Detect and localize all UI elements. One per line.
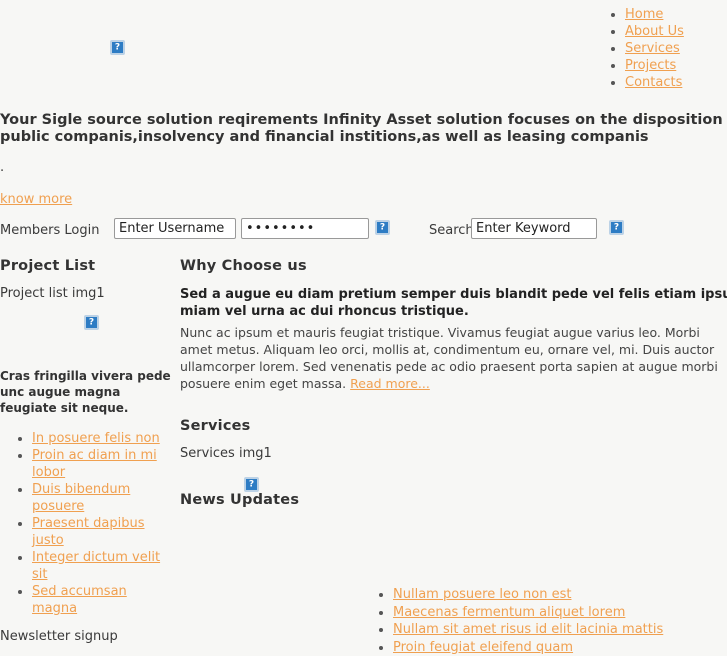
- project-link-6[interactable]: Sed accumsan magna: [32, 584, 127, 616]
- list-item: In posuere felis non: [32, 430, 172, 447]
- nav-item: Projects: [625, 57, 727, 74]
- nav-item: Services: [625, 40, 727, 57]
- search-label: Search: [429, 223, 474, 238]
- list-item: Proin feugiat eleifend quam: [393, 639, 705, 656]
- news-updates-heading: News Updates: [180, 492, 727, 508]
- list-item: Nullam posuere leo non est: [393, 586, 705, 604]
- broken-image-icon: [84, 315, 99, 330]
- read-more-link[interactable]: Read more...: [350, 376, 430, 391]
- members-login-label: Members Login: [0, 223, 99, 238]
- project-link-3[interactable]: Duis bibendum posuere: [32, 482, 130, 514]
- nav-link-home[interactable]: Home: [625, 7, 663, 22]
- service-link-3[interactable]: Nullam sit amet risus id elit lacinia ma…: [393, 622, 663, 637]
- list-item: Duis bibendum posuere: [32, 481, 172, 515]
- project-list-image-slot: [84, 315, 172, 330]
- body-text: Nunc ac ipsum et mauris feugiat tristiqu…: [180, 325, 718, 391]
- services-image-slot: [244, 477, 727, 492]
- search-input[interactable]: [471, 218, 597, 239]
- login-search-row: Members Login Search: [0, 218, 727, 244]
- service-link-1[interactable]: Nullam posuere leo non est: [393, 587, 571, 602]
- services-ul: Nullam posuere leo non est Maecenas ferm…: [375, 586, 705, 656]
- nav-link-about-us[interactable]: About Us: [625, 24, 684, 39]
- list-item: Proin ac diam in mi lobor: [32, 447, 172, 481]
- services-link-list: Nullam posuere leo non est Maecenas ferm…: [375, 586, 705, 656]
- service-link-4[interactable]: Proin feugiat eleifend quam: [393, 640, 573, 655]
- nav-link-contacts[interactable]: Contacts: [625, 75, 682, 90]
- username-input[interactable]: [114, 218, 236, 239]
- lead-line-1: Sed a augue eu diam pretium semper duis …: [180, 287, 727, 302]
- list-item: Maecenas fermentum aliquet lorem: [393, 604, 705, 622]
- why-choose-us-lead: Sed a augue eu diam pretium semper duis …: [180, 286, 727, 320]
- nav-list: Home About Us Services Projects Contacts: [607, 6, 727, 91]
- main-content: Why Choose us Sed a augue eu diam pretiu…: [180, 258, 727, 520]
- why-choose-us-heading: Why Choose us: [180, 258, 727, 274]
- broken-image-icon: [110, 40, 125, 55]
- nav-item: About Us: [625, 23, 727, 40]
- services-image-alt: Services img1: [180, 446, 727, 461]
- hero-line-1: Your Sigle source solution reqirements I…: [0, 112, 727, 128]
- services-heading: Services: [180, 418, 727, 434]
- know-more-link[interactable]: know more: [0, 192, 72, 207]
- project-list-heading: Project List: [0, 258, 172, 274]
- logo-image-slot: [110, 40, 125, 55]
- login-submit-button[interactable]: [375, 220, 390, 235]
- why-choose-us-body: Nunc ac ipsum et mauris feugiat tristiqu…: [180, 324, 727, 392]
- broken-image-icon: [244, 477, 259, 492]
- list-item: Praesent dapibus justo: [32, 515, 172, 549]
- know-more-container: know more: [0, 192, 72, 207]
- nav-item: Home: [625, 6, 727, 23]
- newsletter-signup-label: Newsletter signup: [0, 629, 172, 644]
- hero-dot: .: [0, 160, 4, 175]
- sidebar: Project List Project list img1 Cras frin…: [0, 258, 172, 644]
- project-link-4[interactable]: Praesent dapibus justo: [32, 516, 145, 548]
- project-link-list: In posuere felis non Proin ac diam in mi…: [0, 430, 172, 617]
- service-link-2[interactable]: Maecenas fermentum aliquet lorem: [393, 605, 625, 620]
- nav-item: Contacts: [625, 74, 727, 91]
- project-list-blurb: Cras fringilla vivera pede unc augue mag…: [0, 368, 172, 416]
- nav-link-projects[interactable]: Projects: [625, 58, 676, 73]
- primary-navigation: Home About Us Services Projects Contacts: [607, 6, 727, 91]
- search-submit-button[interactable]: [609, 220, 624, 235]
- list-item: Nullam sit amet risus id elit lacinia ma…: [393, 621, 705, 639]
- services-section: Services Services img1 Nullam posuere le…: [180, 418, 727, 508]
- list-item: Sed accumsan magna: [32, 583, 172, 617]
- page-title: Your Sigle source solution reqirements I…: [0, 112, 727, 146]
- lead-line-2: miam vel urna ac dui rhoncus tristique.: [180, 303, 727, 320]
- nav-link-services[interactable]: Services: [625, 41, 680, 56]
- password-input[interactable]: [241, 218, 369, 239]
- project-link-2[interactable]: Proin ac diam in mi lobor: [32, 448, 157, 480]
- hero-line-2: public companis,insolvency and financial…: [0, 129, 727, 146]
- project-link-1[interactable]: In posuere felis non: [32, 431, 160, 446]
- list-item: Integer dictum velit sit: [32, 549, 172, 583]
- project-link-5[interactable]: Integer dictum velit sit: [32, 550, 160, 582]
- project-list-image-alt: Project list img1: [0, 286, 172, 301]
